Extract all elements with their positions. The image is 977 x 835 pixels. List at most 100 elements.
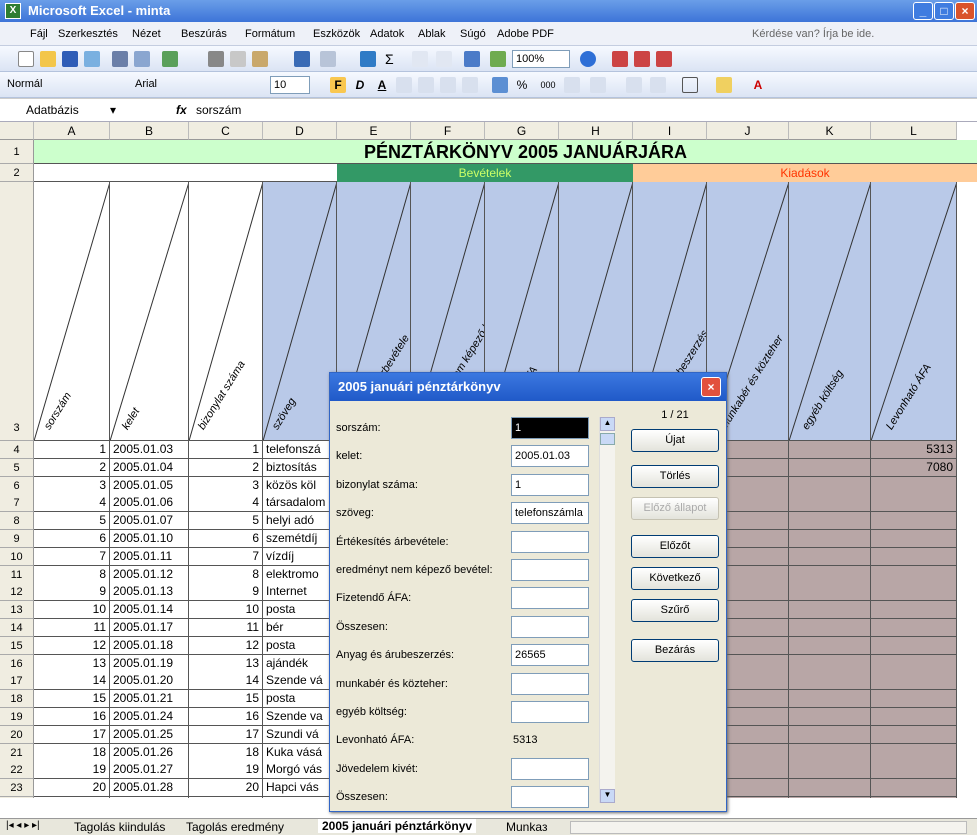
new-record-button[interactable]: Újat: [631, 429, 719, 452]
copy-icon[interactable]: [230, 51, 246, 67]
row-header[interactable]: 19: [0, 708, 34, 726]
table-cell[interactable]: 17: [34, 726, 110, 744]
table-cell[interactable]: Tudor vás: [263, 797, 337, 798]
table-cell[interactable]: [789, 637, 871, 655]
column-header[interactable]: F: [411, 122, 485, 140]
minimize-button[interactable]: _: [913, 2, 933, 20]
field-input[interactable]: 1: [511, 417, 589, 439]
table-cell[interactable]: 2005.01.04: [110, 459, 189, 477]
font-color-icon[interactable]: A: [750, 77, 766, 93]
menu-format[interactable]: Formátum: [245, 28, 295, 40]
table-cell[interactable]: 16: [34, 708, 110, 726]
table-cell[interactable]: 14: [34, 672, 110, 690]
sort-ascending-icon[interactable]: [412, 51, 428, 67]
field-input[interactable]: [511, 615, 589, 638]
print-preview-icon[interactable]: [134, 51, 150, 67]
row-header[interactable]: 17: [0, 672, 34, 690]
record-scrollbar[interactable]: ▲ ▼: [599, 417, 615, 803]
table-cell[interactable]: [789, 494, 871, 512]
font-select[interactable]: Arial: [132, 76, 260, 94]
formula-input[interactable]: sorszám: [196, 103, 241, 117]
font-size-select[interactable]: 10: [270, 76, 310, 94]
table-cell[interactable]: [871, 655, 957, 673]
select-all-corner[interactable]: [0, 122, 34, 140]
table-cell[interactable]: 18: [34, 744, 110, 762]
table-cell[interactable]: 2005.01.05: [110, 477, 189, 495]
row-header[interactable]: 22: [0, 761, 34, 779]
open-icon[interactable]: [40, 51, 56, 67]
table-cell[interactable]: 2005.01.07: [110, 512, 189, 530]
row-header[interactable]: 23: [0, 779, 34, 797]
table-cell[interactable]: 20: [189, 779, 263, 797]
function-icon[interactable]: fx: [176, 103, 187, 117]
table-cell[interactable]: 2005.01.17: [110, 619, 189, 637]
table-cell[interactable]: [789, 583, 871, 601]
table-cell[interactable]: 2005.01.31: [110, 797, 189, 798]
zoom-select[interactable]: 100%: [512, 50, 570, 68]
menu-adobe-pdf[interactable]: Adobe PDF: [497, 28, 554, 40]
table-cell[interactable]: 2005.01.10: [110, 530, 189, 548]
row-header[interactable]: 21: [0, 744, 34, 762]
table-cell[interactable]: posta: [263, 637, 337, 655]
table-cell[interactable]: társadalom: [263, 494, 337, 512]
pdf-icon[interactable]: [612, 51, 628, 67]
scroll-up-icon[interactable]: ▲: [600, 417, 615, 431]
table-cell[interactable]: 2005.01.25: [110, 726, 189, 744]
table-cell[interactable]: 2005.01.12: [110, 566, 189, 584]
table-cell[interactable]: [789, 761, 871, 779]
redo-icon[interactable]: [320, 51, 336, 67]
merge-center-icon[interactable]: [462, 77, 478, 93]
table-cell[interactable]: [871, 494, 957, 512]
field-input[interactable]: [511, 559, 589, 581]
dialog-close-button[interactable]: ×: [701, 377, 721, 397]
table-cell[interactable]: [871, 512, 957, 530]
maximize-button[interactable]: □: [934, 2, 954, 20]
table-cell[interactable]: 17: [189, 726, 263, 744]
pdf-review-icon[interactable]: [656, 51, 672, 67]
tab-tagolas-eredmeny[interactable]: Tagolás eredmény: [186, 820, 284, 834]
table-cell[interactable]: 21: [189, 797, 263, 798]
scroll-thumb[interactable]: [600, 433, 615, 445]
table-cell[interactable]: [789, 512, 871, 530]
table-cell[interactable]: 2: [189, 459, 263, 477]
table-cell[interactable]: 13: [189, 655, 263, 673]
row-header[interactable]: 2: [0, 164, 34, 182]
table-cell[interactable]: Szundi vá: [263, 726, 337, 744]
table-cell[interactable]: [871, 797, 957, 798]
restore-button[interactable]: Előző állapot: [631, 497, 719, 520]
row-header[interactable]: 7: [0, 494, 34, 512]
table-cell[interactable]: 7080: [871, 459, 957, 477]
table-cell[interactable]: 8: [189, 566, 263, 584]
table-cell[interactable]: [789, 566, 871, 584]
table-cell[interactable]: 2005.01.06: [110, 494, 189, 512]
field-input[interactable]: telefonszámla: [511, 502, 589, 525]
table-cell[interactable]: [871, 548, 957, 566]
delete-button[interactable]: Törlés: [631, 465, 719, 488]
criteria-button[interactable]: Szűrő: [631, 599, 719, 622]
field-input[interactable]: [511, 786, 589, 809]
menu-data[interactable]: Adatok: [370, 28, 404, 40]
table-cell[interactable]: [789, 601, 871, 619]
table-cell[interactable]: helyi adó: [263, 512, 337, 530]
table-cell[interactable]: [789, 726, 871, 744]
help-search-input[interactable]: Kérdése van? Írja be ide.: [752, 28, 874, 40]
decrease-indent-icon[interactable]: [626, 77, 642, 93]
field-input[interactable]: [511, 701, 589, 723]
tab-tagolas-kiindulas[interactable]: Tagolás kiindulás: [74, 820, 165, 834]
column-header[interactable]: G: [485, 122, 559, 140]
align-left-icon[interactable]: [396, 77, 412, 93]
table-cell[interactable]: [871, 477, 957, 495]
close-button[interactable]: ×: [955, 2, 975, 20]
table-cell[interactable]: 2005.01.03: [110, 441, 189, 459]
style-select[interactable]: Normál: [4, 76, 116, 94]
table-cell[interactable]: 2005.01.24: [110, 708, 189, 726]
menu-window[interactable]: Ablak: [418, 28, 446, 40]
column-header[interactable]: A: [34, 122, 110, 140]
table-cell[interactable]: Szende vá: [263, 672, 337, 690]
table-cell[interactable]: 2005.01.11: [110, 548, 189, 566]
column-header[interactable]: E: [337, 122, 411, 140]
sort-descending-icon[interactable]: [436, 51, 452, 67]
table-cell[interactable]: [789, 548, 871, 566]
table-cell[interactable]: [871, 566, 957, 584]
row-header[interactable]: 12: [0, 583, 34, 601]
